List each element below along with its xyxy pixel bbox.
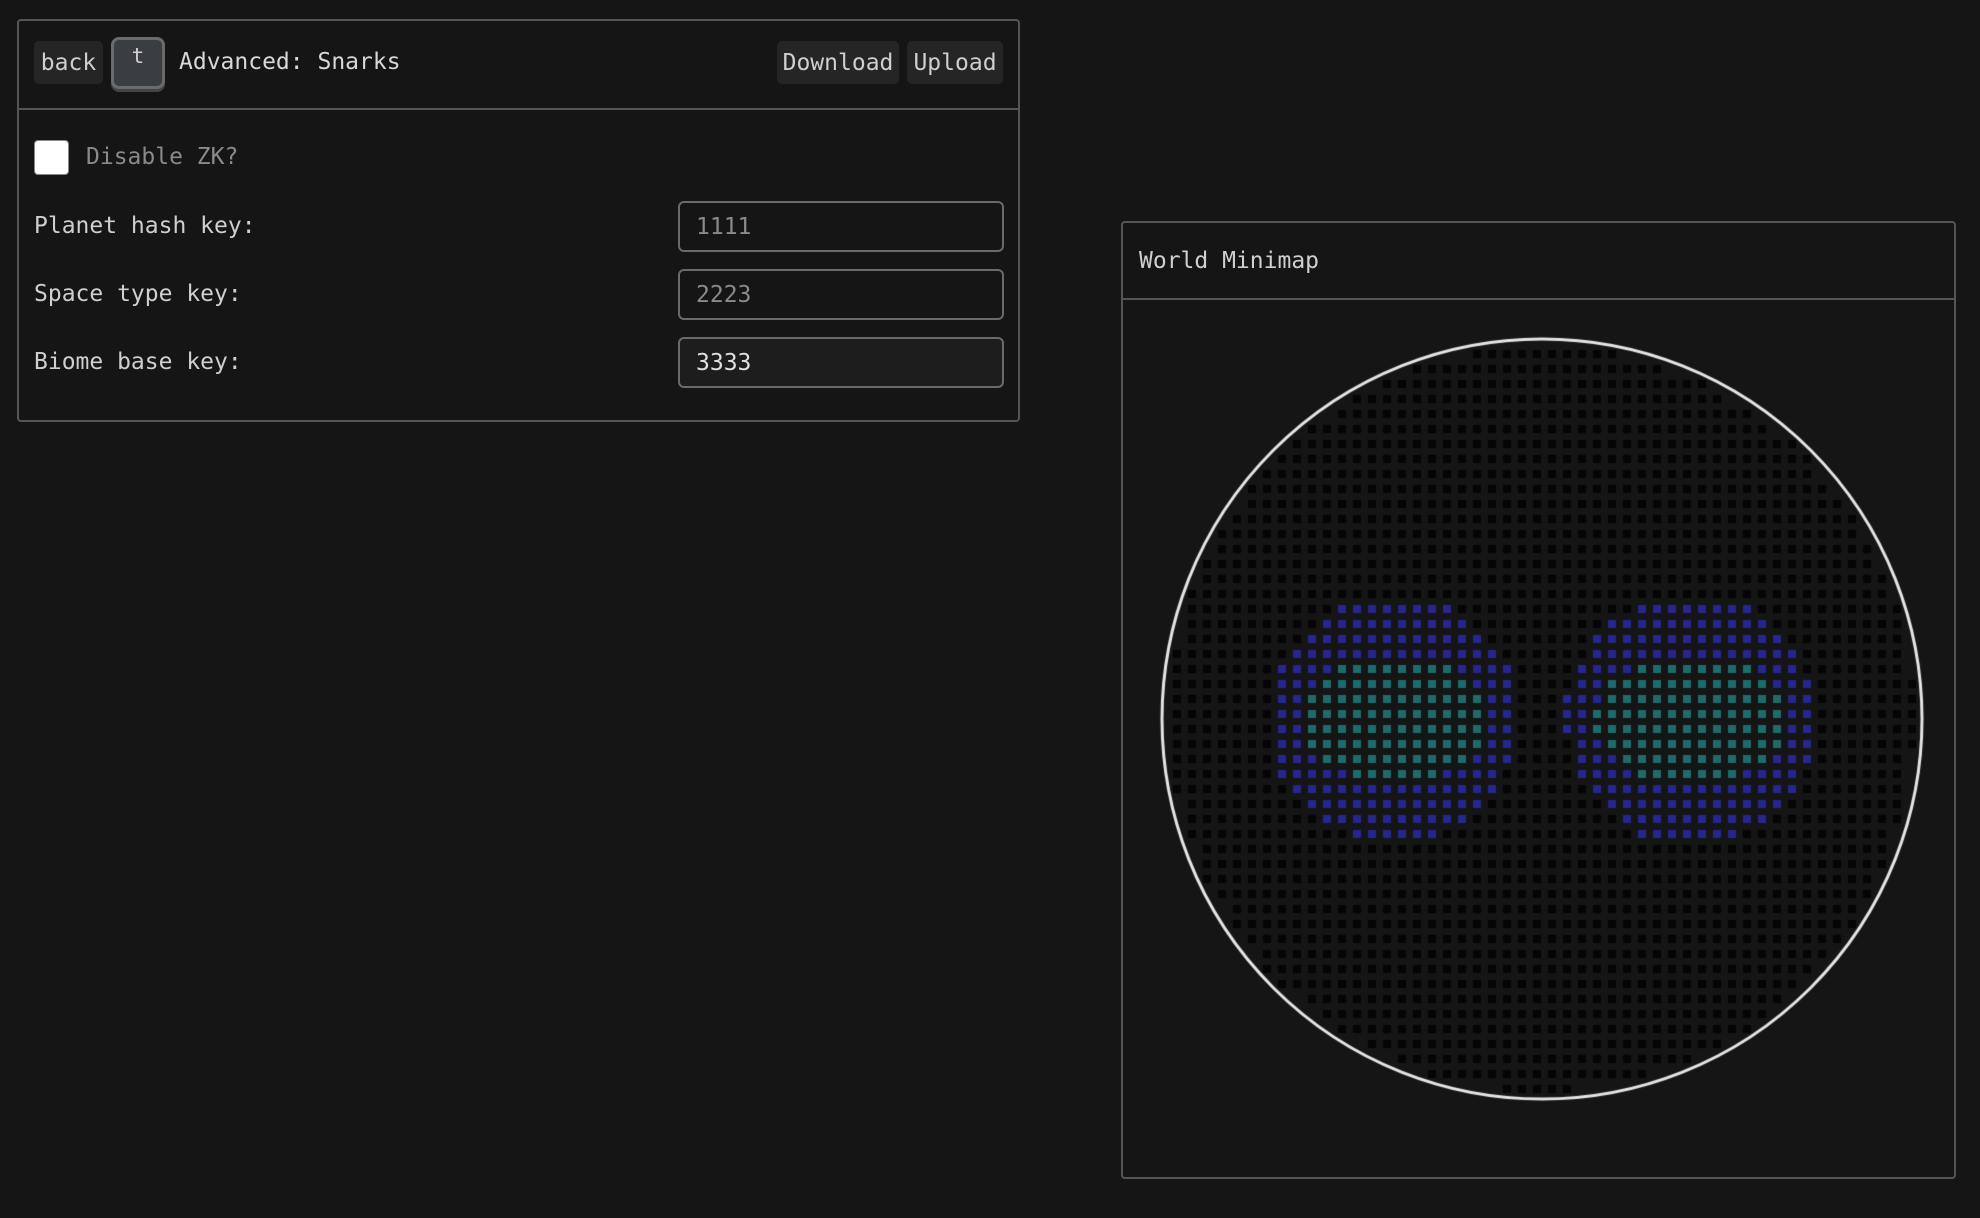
upload-button[interactable]: Upload [907,41,1003,84]
back-button[interactable]: back [34,41,103,84]
biome-base-key-label: Biome base key: [34,349,242,375]
space-type-key-label: Space type key: [34,281,242,307]
space-type-key-input[interactable] [678,269,1004,320]
download-button[interactable]: Download [777,41,899,84]
disable-zk-label: Disable ZK? [86,144,239,170]
panel-title: Advanced: Snarks [179,49,401,75]
biome-base-key-input[interactable] [678,337,1004,388]
hotkey-t-button[interactable]: t [111,37,165,89]
minimap-header: World Minimap [1123,223,1954,300]
minimap-title: World Minimap [1139,248,1320,274]
planet-hash-key-label: Planet hash key: [34,213,256,239]
panel-header: back t Advanced: Snarks Download Upload [19,21,1018,110]
planet-hash-key-input[interactable] [678,201,1004,252]
minimap-canvas[interactable] [1123,300,1954,1177]
world-minimap-panel: World Minimap [1121,221,1956,1179]
disable-zk-checkbox[interactable] [34,140,69,175]
snarks-panel: back t Advanced: Snarks Download Upload … [17,19,1020,422]
